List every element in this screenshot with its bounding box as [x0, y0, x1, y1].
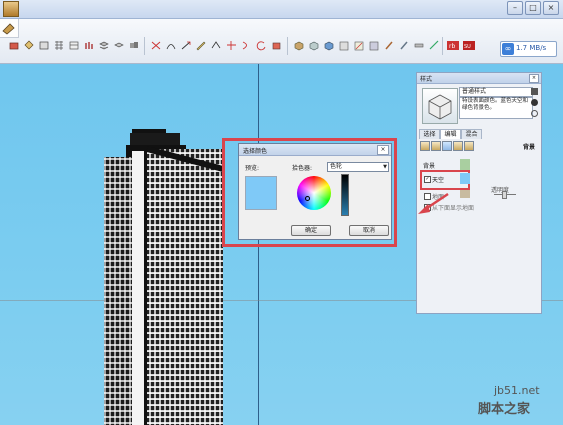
chevron-down-icon: ▼: [383, 164, 387, 170]
toolbar-separator: [144, 37, 145, 55]
edge-settings-icon[interactable]: [420, 141, 430, 151]
dimension-icon[interactable]: [428, 39, 440, 52]
svg-text:SU: SU: [464, 44, 471, 50]
show-ground-label: 从下面显示地面: [432, 205, 475, 212]
background-label: 背景: [423, 163, 436, 170]
styles-tab-bar: 选择 编辑 混合: [419, 129, 539, 139]
picker-label: 拾色器:: [292, 165, 313, 172]
styles-panel-title: 样式: [420, 76, 433, 83]
face-settings-icon[interactable]: [431, 141, 441, 151]
select-tool-icon: [2, 23, 15, 35]
sky-color-swatch[interactable]: [460, 173, 470, 184]
stack-icon[interactable]: [98, 39, 110, 52]
app-icon[interactable]: [3, 1, 19, 17]
toolbar-separator: [442, 37, 443, 55]
picker-mode-select[interactable]: 色轮 ▼: [327, 162, 389, 172]
network-speed-meter[interactable]: ∞ 1.7 MB/s: [500, 41, 557, 57]
dialog-title-bar: 选择颜色 ×: [239, 144, 391, 156]
bars-icon[interactable]: [83, 39, 95, 52]
sky-checkbox[interactable]: ✓: [424, 176, 431, 183]
background-settings-icon[interactable]: [442, 141, 452, 151]
network-speed: 1.7 MB/s: [516, 44, 547, 52]
network-icon: ∞: [502, 43, 514, 55]
eraser-icon[interactable]: [8, 39, 20, 52]
push-pull-icon[interactable]: [270, 39, 282, 52]
measure-icon[interactable]: [413, 39, 425, 52]
svg-text:rb: rb: [449, 43, 455, 50]
modeling-settings-icon[interactable]: [464, 141, 474, 151]
style-name-field[interactable]: 普通样式: [459, 87, 533, 97]
arc-icon[interactable]: [165, 39, 177, 52]
styles-panel-close-button[interactable]: ×: [529, 74, 539, 83]
cancel-button[interactable]: 取消: [349, 225, 389, 236]
follow-me-icon[interactable]: [240, 39, 252, 52]
line-tool-icon[interactable]: [180, 39, 192, 52]
rectangle-tool-icon[interactable]: [38, 39, 50, 52]
color-picker-dialog: 选择颜色 × 预览: 拾色器: 色轮 ▼ 确定 取消: [238, 143, 392, 240]
show-ground-checkbox[interactable]: [424, 204, 431, 211]
minimize-button[interactable]: –: [507, 1, 523, 15]
sky-label: 天空: [432, 177, 445, 184]
transparency-slider[interactable]: [494, 191, 516, 199]
preview-label: 预览:: [245, 165, 260, 172]
close-button[interactable]: ×: [543, 1, 559, 15]
ground-checkbox[interactable]: [424, 193, 431, 200]
move-icon[interactable]: [225, 39, 237, 52]
offset-icon[interactable]: [210, 39, 222, 52]
background-color-swatch[interactable]: [460, 159, 470, 170]
layers-icon[interactable]: [113, 39, 125, 52]
watermark-settings-icon[interactable]: [453, 141, 463, 151]
styles-panel: 样式 × 普通样式 特设表面颜色。蓝色天空和绿色背景色。 选择 编辑 混合 背景…: [416, 72, 542, 314]
toolbar-tab[interactable]: [0, 19, 19, 38]
cube-icon: [428, 94, 452, 120]
brightness-slider[interactable]: [341, 174, 349, 216]
dialog-title: 选择颜色: [243, 148, 268, 155]
update-style-icon[interactable]: [531, 88, 538, 95]
paint-icon[interactable]: [383, 39, 395, 52]
solid-icon[interactable]: [323, 39, 335, 52]
table-icon[interactable]: [68, 39, 80, 52]
maximize-button[interactable]: □: [525, 1, 541, 15]
group-icon[interactable]: [338, 39, 350, 52]
paint-bucket-icon[interactable]: [23, 39, 35, 52]
style-thumbnail: [422, 88, 458, 124]
color-wheel-center: [297, 176, 331, 210]
ok-button[interactable]: 确定: [291, 225, 331, 236]
toolbar-separator: [287, 37, 288, 55]
component-icon[interactable]: [293, 39, 305, 52]
building-model: [104, 129, 224, 425]
ground-color-swatch[interactable]: [460, 190, 470, 198]
color-preview-swatch: [245, 176, 277, 210]
pencil-icon[interactable]: [195, 39, 207, 52]
blocks-icon[interactable]: [128, 39, 140, 52]
cube-icon[interactable]: [308, 39, 320, 52]
tab-select[interactable]: 选择: [419, 129, 440, 139]
color-wheel[interactable]: [297, 176, 331, 210]
background-section-title: 背景: [523, 144, 536, 151]
section-icon[interactable]: [353, 39, 365, 52]
main-toolbar: rb SU ∞ 1.7 MB/s: [0, 19, 563, 64]
create-style-icon[interactable]: [531, 99, 538, 106]
window-title-bar: – □ ×: [0, 0, 563, 19]
watermark-site: jb51.net: [494, 384, 540, 397]
texture-icon[interactable]: [368, 39, 380, 52]
brush-icon[interactable]: [398, 39, 410, 52]
tab-mix[interactable]: 混合: [461, 129, 482, 139]
grid-icon[interactable]: [53, 39, 65, 52]
style-description-field[interactable]: 特设表面颜色。蓝色天空和绿色背景色。: [459, 97, 533, 119]
picker-mode-value: 色轮: [330, 163, 343, 170]
ruby-icon[interactable]: rb: [446, 39, 460, 52]
tab-edit[interactable]: 编辑: [440, 129, 461, 139]
color-wheel-cursor[interactable]: [305, 196, 310, 201]
edit-category-icons: [420, 141, 538, 151]
styles-panel-title-bar: 样式 ×: [417, 73, 541, 84]
refresh-icon[interactable]: [531, 110, 538, 117]
watermark-brand: 脚本之家: [478, 402, 531, 417]
ground-label: 地面: [432, 194, 445, 201]
rotate-icon[interactable]: [255, 39, 267, 52]
slider-handle[interactable]: [502, 191, 507, 199]
dialog-close-button[interactable]: ×: [377, 145, 389, 155]
scissors-icon[interactable]: [150, 39, 162, 52]
extension-icon[interactable]: SU: [462, 39, 476, 52]
